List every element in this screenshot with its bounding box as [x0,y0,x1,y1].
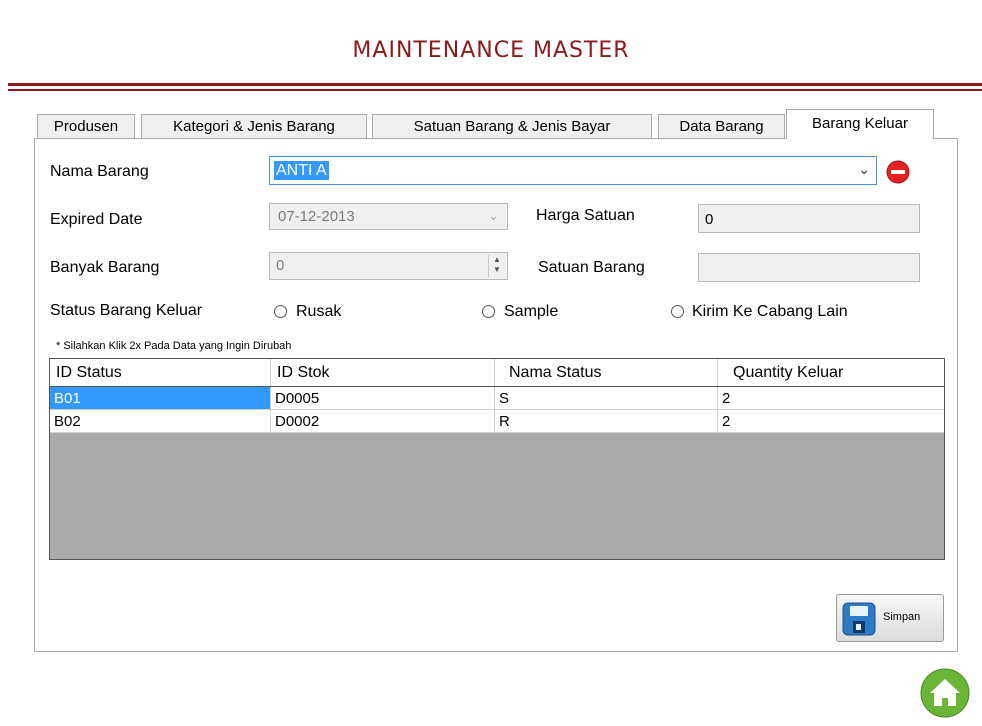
harga-satuan-field[interactable]: 0 [698,204,920,233]
radio-sample-label[interactable]: Sample [504,303,558,321]
table-cell[interactable]: S [495,387,718,410]
banyak-barang-stepper[interactable]: 0 ▲ ▼ [269,252,508,280]
table-cell[interactable]: D0005 [271,387,495,410]
radio-kirim-ke-cabang-lain-label[interactable]: Kirim Ke Cabang Lain [692,303,848,321]
harga-satuan-value: 0 [705,211,714,228]
radio-kirim-ke-cabang-lain[interactable] [671,305,684,318]
tab-produsen[interactable]: Produsen [37,114,135,138]
table-cell[interactable]: B02 [50,410,271,433]
save-button[interactable]: Simpan [836,594,944,642]
hint-text: * Silahkan Klik 2x Pada Data yang Ingin … [56,340,292,352]
table-row[interactable]: B02 D0002 R 2 [50,410,944,433]
radio-sample[interactable] [482,305,495,318]
expired-date-picker[interactable]: 07-12-2013 ⌄ [269,203,508,230]
save-button-label: Simpan [883,611,921,623]
data-grid[interactable]: ID Status ID Stok Nama Status Quantity K… [49,358,945,560]
delete-icon[interactable] [886,160,910,184]
column-header-id-stok[interactable]: ID Stok [271,359,495,386]
nama-barang-value: ANTI A [274,161,329,180]
table-cell[interactable]: 2 [718,387,944,410]
banyak-barang-label: Banyak Barang [50,259,160,276]
header-divider [8,83,982,86]
header-divider-secondary [8,89,982,91]
tab-data-barang[interactable]: Data Barang [658,114,785,138]
table-row[interactable]: B01 D0005 S 2 [50,387,944,410]
table-cell[interactable]: R [495,410,718,433]
tab-kategori-jenis-barang[interactable]: Kategori & Jenis Barang [141,114,367,138]
spinner-arrows-icon[interactable]: ▲ ▼ [488,255,505,277]
table-cell[interactable]: 2 [718,410,944,433]
nama-barang-combobox[interactable]: ANTI A ⌄ [269,156,877,185]
chevron-down-icon[interactable]: ⌄ [858,161,870,178]
expired-date-label: Expired Date [50,211,143,228]
expired-date-value: 07-12-2013 [278,208,355,225]
column-header-nama-status[interactable]: Nama Status [495,359,718,386]
satuan-barang-field[interactable] [698,253,920,282]
tab-barang-keluar[interactable]: Barang Keluar [786,109,934,139]
harga-satuan-label: Harga Satuan [536,207,635,224]
radio-rusak-label[interactable]: Rusak [296,303,341,321]
column-header-quantity-keluar[interactable]: Quantity Keluar [718,359,944,386]
home-icon[interactable] [920,668,970,718]
page-title: MAINTENANCE MASTER [352,38,630,63]
column-header-id-status[interactable]: ID Status [50,359,271,386]
nama-barang-label: Nama Barang [50,163,149,180]
table-cell[interactable]: B01 [50,387,271,410]
status-barang-keluar-label: Status Barang Keluar [50,302,203,319]
tab-satuan-jenis-bayar[interactable]: Satuan Barang & Jenis Bayar [372,114,652,138]
table-cell[interactable]: D0002 [271,410,495,433]
radio-rusak[interactable] [274,305,287,318]
banyak-barang-value: 0 [276,257,285,274]
chevron-down-icon[interactable]: ⌄ [488,208,499,224]
satuan-barang-label: Satuan Barang [538,259,645,276]
floppy-disk-icon [842,602,876,636]
